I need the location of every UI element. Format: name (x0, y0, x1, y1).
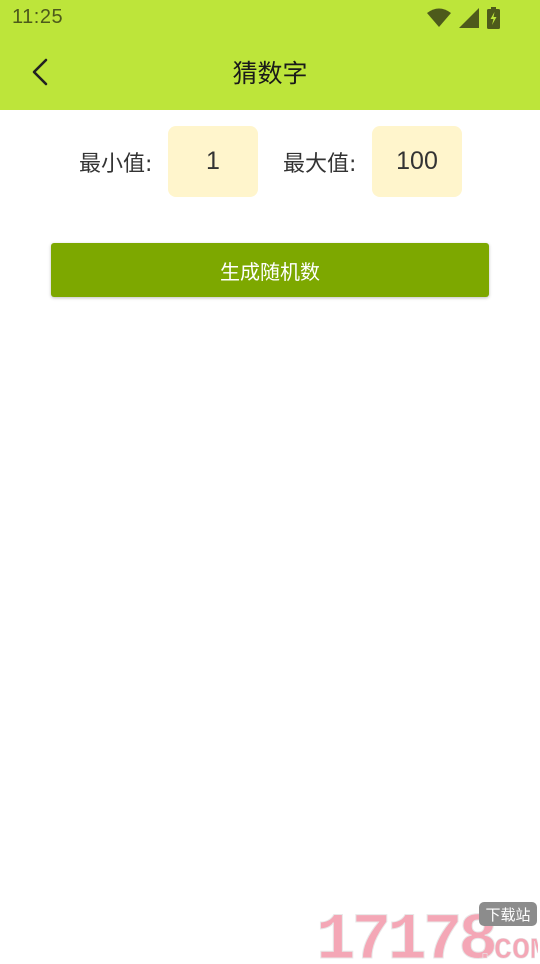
watermark-number: 17178 (316, 903, 495, 960)
status-time: 11:25 (12, 6, 64, 28)
chevron-left-icon (31, 58, 49, 90)
watermark-suffix: .COM (476, 934, 538, 960)
min-value-input[interactable] (168, 126, 258, 197)
status-icons (427, 7, 500, 29)
cellular-signal-icon (459, 8, 479, 28)
wifi-icon (427, 8, 451, 28)
watermark-badge-text: 下载站 (485, 906, 530, 924)
app-top-bar: 11:25 猜数字 (0, 0, 540, 110)
page-title: 猜数字 (232, 59, 308, 88)
range-row: 最小值: 最大值: (0, 126, 540, 197)
max-value-label: 最大值: (283, 152, 357, 177)
generate-random-button[interactable]: 生成随机数 (51, 243, 489, 297)
min-value-label: 最小值: (79, 152, 153, 177)
watermark-logo: 17178 下载站 .COM (316, 898, 540, 964)
back-button[interactable] (20, 52, 60, 96)
battery-charging-icon (487, 7, 500, 29)
max-value-input[interactable] (372, 126, 462, 197)
